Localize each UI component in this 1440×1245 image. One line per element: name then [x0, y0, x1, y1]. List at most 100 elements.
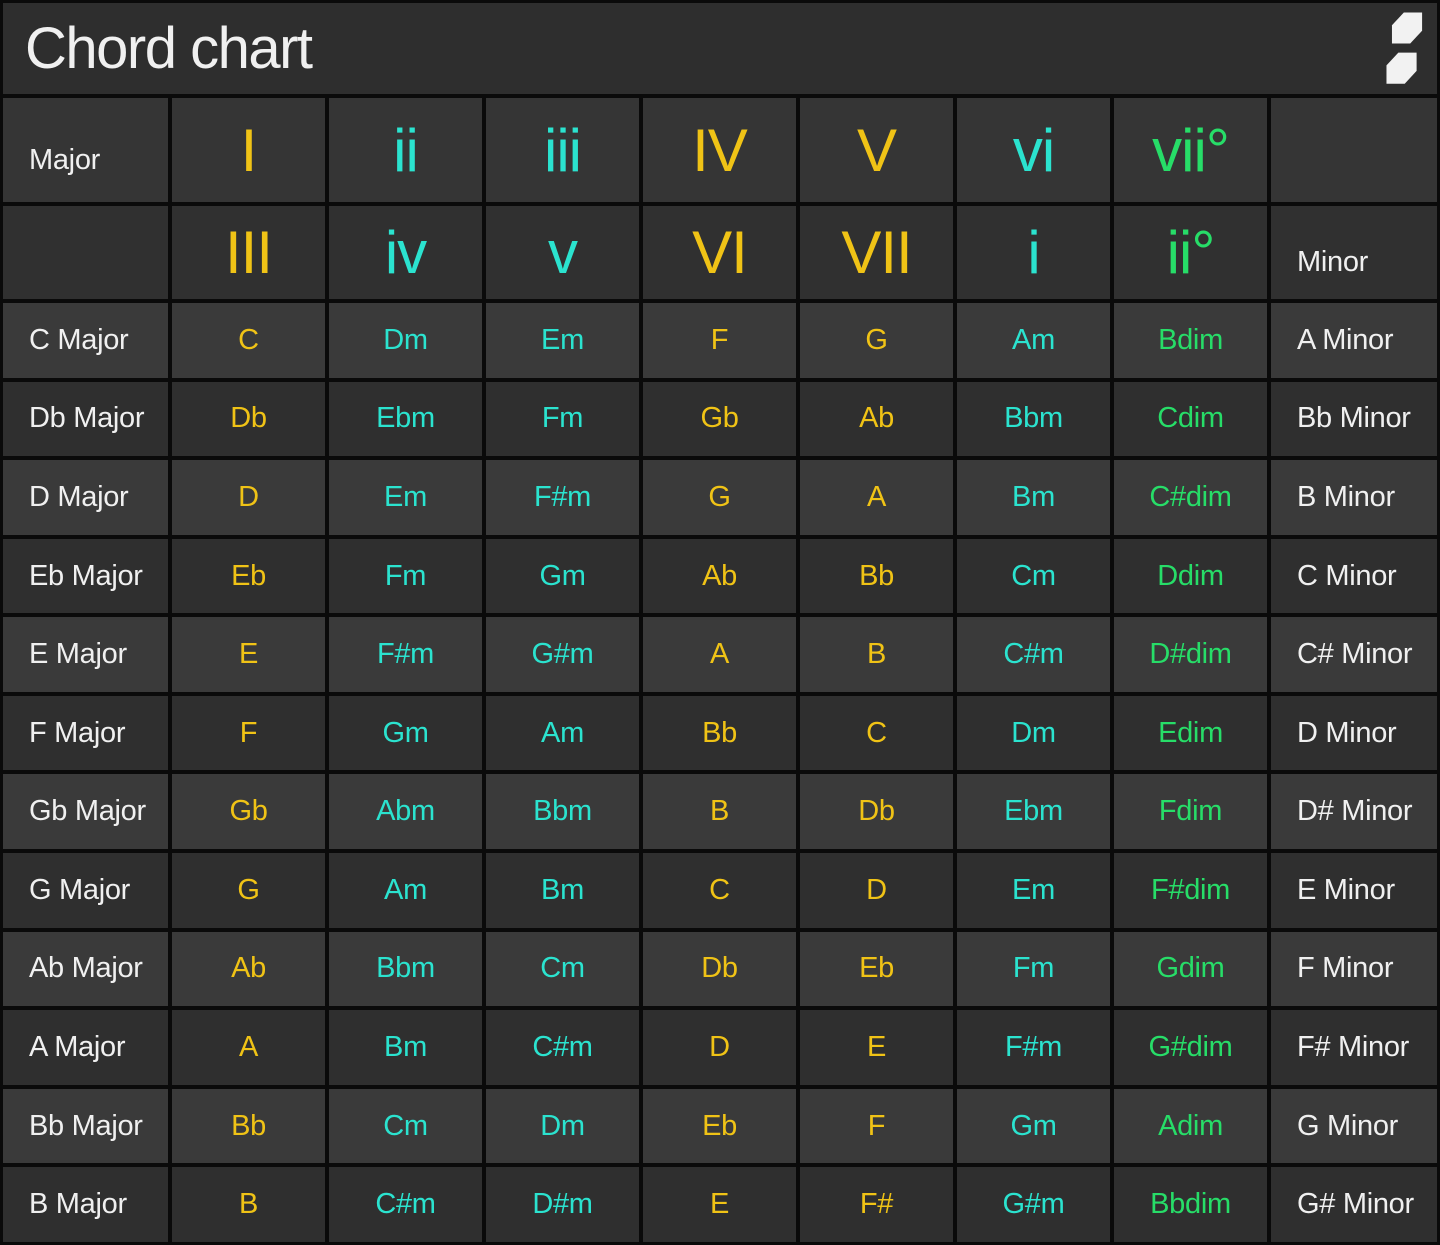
chord-chart-page: Chord chart Major I ii iii IV V vi vii° …	[0, 0, 1440, 1245]
major-degree-header-row: Major I ii iii IV V vi vii°	[3, 98, 1437, 202]
degree-cell: IV	[643, 98, 796, 202]
chord-cell: Am	[329, 853, 482, 928]
relative-minor-label: D# Minor	[1271, 774, 1437, 849]
degree-cell: ii	[329, 98, 482, 202]
relative-minor-label: C# Minor	[1271, 617, 1437, 692]
chord-cell: C#m	[486, 1010, 639, 1085]
table-row: A Major A Bm C#m D E F#m G#dim F# Minor	[3, 1010, 1437, 1085]
chord-cell: Em	[329, 460, 482, 535]
chord-cell: Db	[800, 774, 953, 849]
chord-cell: Bb	[643, 696, 796, 771]
chord-cell: Db	[643, 932, 796, 1007]
chord-cell: Fdim	[1114, 774, 1267, 849]
degree-cell: iv	[329, 206, 482, 299]
table-row: D Major D Em F#m G A Bm C#dim B Minor	[3, 460, 1437, 535]
chord-cell: G	[643, 460, 796, 535]
row-key-label: Bb Major	[3, 1089, 168, 1164]
chord-cell: Gm	[329, 696, 482, 771]
chord-cell: C#m	[329, 1167, 482, 1242]
chord-cell: Dm	[957, 696, 1110, 771]
chord-cell: Eb	[643, 1089, 796, 1164]
chord-cell: A	[643, 617, 796, 692]
relative-minor-label: F Minor	[1271, 932, 1437, 1007]
relative-minor-label: A Minor	[1271, 303, 1437, 378]
chord-cell: A	[800, 460, 953, 535]
chord-cell: Em	[486, 303, 639, 378]
table-row: Ab Major Ab Bbm Cm Db Eb Fm Gdim F Minor	[3, 932, 1437, 1007]
table-row: E Major E F#m G#m A B C#m D#dim C# Minor	[3, 617, 1437, 692]
degree-cell: V	[800, 98, 953, 202]
chord-cell: F	[800, 1089, 953, 1164]
degree-cell: vi	[957, 98, 1110, 202]
chord-cell: E	[800, 1010, 953, 1085]
relative-minor-label: C Minor	[1271, 539, 1437, 614]
table-row: B Major B C#m D#m E F# G#m Bbdim G# Mino…	[3, 1167, 1437, 1242]
chord-cell: B	[800, 617, 953, 692]
degree-cell: i	[957, 206, 1110, 299]
chord-cell: Ebm	[329, 382, 482, 457]
minor-axis-label: Minor	[1271, 206, 1437, 299]
chord-cell: E	[172, 617, 325, 692]
chord-cell: Abm	[329, 774, 482, 849]
chord-cell: F#m	[957, 1010, 1110, 1085]
chord-cell: Eb	[800, 932, 953, 1007]
chord-cell: G#m	[957, 1167, 1110, 1242]
chord-cell: Bbm	[957, 382, 1110, 457]
relative-minor-label: F# Minor	[1271, 1010, 1437, 1085]
chord-cell: Ab	[172, 932, 325, 1007]
degree-cell: I	[172, 98, 325, 202]
table-row: Db Major Db Ebm Fm Gb Ab Bbm Cdim Bb Min…	[3, 382, 1437, 457]
chord-cell: Adim	[1114, 1089, 1267, 1164]
chord-cell: F#dim	[1114, 853, 1267, 928]
chord-cell: C	[643, 853, 796, 928]
chord-cell: Cdim	[1114, 382, 1267, 457]
chord-cell: Bbm	[486, 774, 639, 849]
degree-cell: ii°	[1114, 206, 1267, 299]
chord-cell: Bm	[957, 460, 1110, 535]
chord-cell: G	[172, 853, 325, 928]
table-row: F Major F Gm Am Bb C Dm Edim D Minor	[3, 696, 1437, 771]
chord-cell: Dm	[486, 1089, 639, 1164]
chord-cell: Db	[172, 382, 325, 457]
major-axis-label: Major	[3, 98, 168, 202]
table-row: C Major C Dm Em F G Am Bdim A Minor	[3, 303, 1437, 378]
row-key-label: A Major	[3, 1010, 168, 1085]
relative-minor-label: Bb Minor	[1271, 382, 1437, 457]
chord-cell: Bbm	[329, 932, 482, 1007]
minor-degree-header-row: III iv v VI VII i ii° Minor	[3, 206, 1437, 299]
table-row: Eb Major Eb Fm Gm Ab Bb Cm Ddim C Minor	[3, 539, 1437, 614]
chord-cell: Fm	[486, 382, 639, 457]
chord-cell: F	[172, 696, 325, 771]
chord-chart-table: Major I ii iii IV V vi vii° III iv v VI …	[3, 98, 1437, 1242]
chord-cell: F#m	[486, 460, 639, 535]
chord-cell: Edim	[1114, 696, 1267, 771]
chord-cell: Am	[486, 696, 639, 771]
chord-cell: Ab	[643, 539, 796, 614]
chord-cell: Dm	[329, 303, 482, 378]
chord-cell: D	[643, 1010, 796, 1085]
chord-cell: Bb	[800, 539, 953, 614]
chord-cell: A	[172, 1010, 325, 1085]
chord-cell: Eb	[172, 539, 325, 614]
chord-cell: G	[800, 303, 953, 378]
chord-cell: D	[800, 853, 953, 928]
chord-cell: E	[643, 1167, 796, 1242]
chord-cell: Gm	[486, 539, 639, 614]
degree-cell: v	[486, 206, 639, 299]
chord-cell: B	[643, 774, 796, 849]
chord-cell: F#m	[329, 617, 482, 692]
chord-cell: Cm	[329, 1089, 482, 1164]
table-row: G Major G Am Bm C D Em F#dim E Minor	[3, 853, 1437, 928]
table-row: Gb Major Gb Abm Bbm B Db Ebm Fdim D# Min…	[3, 774, 1437, 849]
chord-cell: Ddim	[1114, 539, 1267, 614]
chord-cell: D#dim	[1114, 617, 1267, 692]
row-key-label: Gb Major	[3, 774, 168, 849]
relative-minor-label: B Minor	[1271, 460, 1437, 535]
degree-cell: III	[172, 206, 325, 299]
chord-cell: Gdim	[1114, 932, 1267, 1007]
empty-cell	[3, 206, 168, 299]
chord-cell: Ab	[800, 382, 953, 457]
table-row: Bb Major Bb Cm Dm Eb F Gm Adim G Minor	[3, 1089, 1437, 1164]
chord-cell: Gb	[172, 774, 325, 849]
chord-cell: Fm	[957, 932, 1110, 1007]
